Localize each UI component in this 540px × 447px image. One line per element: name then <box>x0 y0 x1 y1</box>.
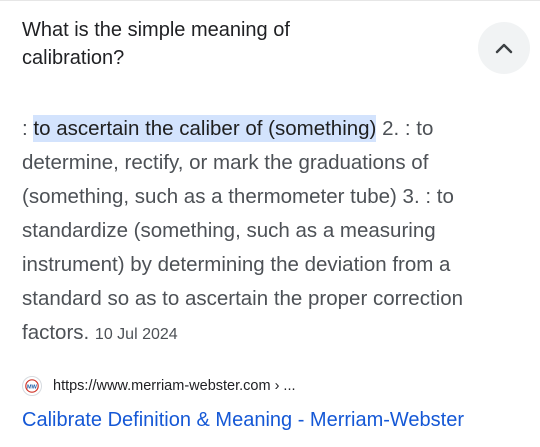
svg-text:MW: MW <box>27 384 38 390</box>
result-title-link[interactable]: Calibrate Definition & Meaning - Merriam… <box>22 406 464 434</box>
collapse-button[interactable] <box>478 22 530 74</box>
top-divider <box>0 0 540 1</box>
mw-logo-icon: MW <box>25 379 39 393</box>
answer-rest: 2. : to determine, rectify, or mark the … <box>22 117 463 344</box>
faq-question[interactable]: What is the simple meaning of calibratio… <box>22 16 382 72</box>
answer-prefix: : <box>22 117 34 140</box>
chevron-up-icon <box>495 43 513 54</box>
answer-date: 10 Jul 2024 <box>94 326 178 343</box>
source-row[interactable]: MW https://www.merriam-webster.com › ... <box>22 375 296 397</box>
merriam-webster-favicon-icon: MW <box>22 376 42 396</box>
answer-highlight: to ascertain the caliber of (something) <box>33 115 377 142</box>
source-url[interactable]: https://www.merriam-webster.com › ... <box>53 378 296 394</box>
faq-answer: : to ascertain the caliber of (something… <box>22 112 522 352</box>
search-faq-panel: What is the simple meaning of calibratio… <box>0 0 540 447</box>
